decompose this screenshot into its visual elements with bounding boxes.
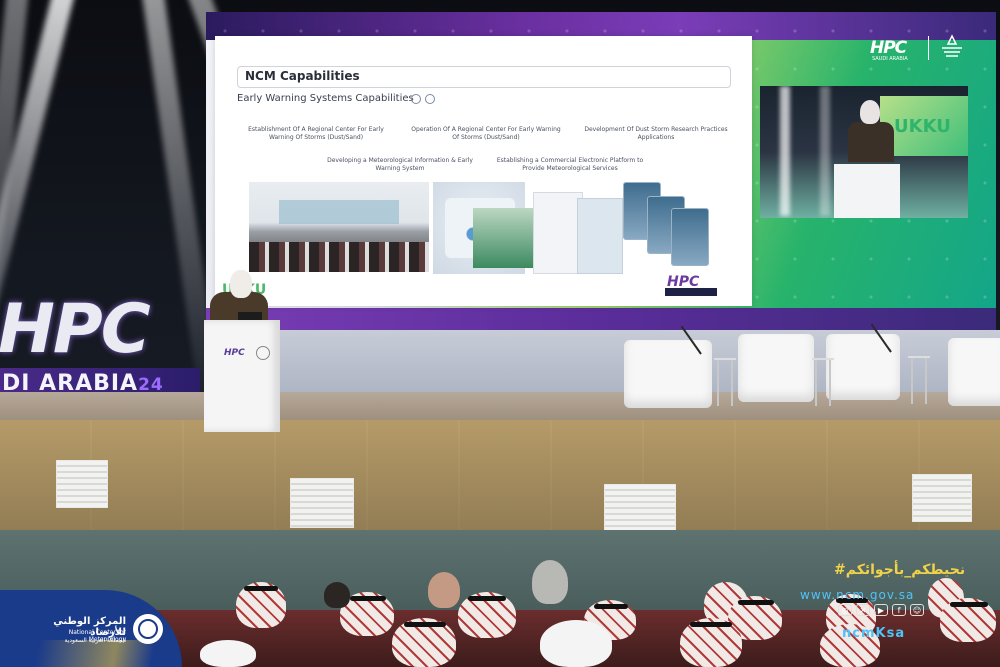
hpc-brand-subtitle: SAUDI ARABIA [872, 56, 908, 62]
slide-partner-logos [411, 94, 435, 104]
agal-band [244, 586, 278, 591]
armchair [826, 334, 900, 400]
podium-seal-icon [256, 346, 270, 360]
armchair [948, 338, 1000, 406]
feed-spotlight [780, 86, 790, 216]
app-screenshot [577, 198, 623, 274]
slide-hpc-banner [665, 288, 717, 296]
ncm-badge-sweep [0, 640, 190, 667]
agal-band [690, 622, 732, 627]
capability-item: Development Of Dust Storm Research Pract… [584, 126, 728, 141]
agal-band [738, 600, 774, 605]
instagram-icon: ◎ [838, 604, 852, 616]
hpc-brand-logo: HPC [870, 38, 907, 58]
ncm-country-arabic: المملكة العربية السعودية [64, 637, 126, 644]
stage-front-shade [0, 420, 1000, 540]
wmo-logo-icon [411, 94, 421, 104]
x-icon: ✕ [856, 604, 870, 616]
app-screenshot [533, 192, 583, 274]
speaker-head [230, 270, 252, 298]
brand-divider [928, 36, 929, 60]
podium-hpc-logo: HPC [224, 348, 245, 358]
audience-member [532, 560, 568, 604]
side-table [908, 356, 930, 404]
control-room-staff [249, 242, 429, 272]
capability-item: Establishing a Commercial Electronic Pla… [496, 157, 644, 172]
conference-scene: PC HPC SAUDI ARABIA NCM Capabilities Ear… [0, 0, 1000, 667]
agal-band [350, 596, 386, 601]
social-icons-row: ◎ ✕ ▶ f ☺ [838, 604, 924, 616]
agal-band [468, 596, 506, 601]
feed-podium [834, 164, 900, 218]
side-table [812, 358, 834, 406]
agal-band [950, 602, 988, 607]
stage-vent [56, 460, 108, 508]
feed-uk-mark: UKKU [894, 116, 951, 137]
agal-band [594, 604, 628, 609]
un-logo-icon [425, 94, 435, 104]
snapchat-icon: ☺ [910, 604, 924, 616]
youtube-icon: ▶ [874, 604, 888, 616]
facebook-icon: f [892, 604, 906, 616]
control-room-screens [279, 200, 399, 224]
campaign-hashtag: #نحيطكم_بأجوائكم [834, 562, 966, 578]
control-room-photo [249, 182, 429, 272]
slide-title: NCM Capabilities [245, 69, 360, 83]
feed-speaker-body [848, 122, 894, 162]
audience-member [324, 582, 350, 608]
speaker-video-feed: UKKU [760, 86, 968, 218]
ncm-website: www.ncm.gov.sa [800, 588, 915, 602]
social-handle: ncmKsa [842, 626, 906, 641]
partner-seal-icon [934, 34, 970, 60]
capability-item: Establishment Of A Regional Center For E… [248, 126, 384, 141]
stage-vent [290, 478, 354, 528]
feed-speaker-head [860, 100, 880, 124]
audience-member [428, 572, 460, 608]
audience-member [540, 620, 612, 667]
podium [204, 320, 280, 432]
capability-item: Operation Of A Regional Center For Early… [411, 126, 561, 141]
slide-subtitle: Early Warning Systems Capabilities [237, 93, 414, 104]
feed-spotlight [820, 86, 830, 216]
stage-vent [912, 474, 972, 522]
ncm-seal-ring [138, 619, 158, 639]
agal-band [404, 622, 446, 627]
presentation-slide: NCM Capabilities Early Warning Systems C… [215, 36, 752, 306]
stage-vent [604, 484, 676, 534]
led-bottom-band [206, 308, 996, 330]
side-table [714, 358, 736, 406]
armchair [738, 334, 814, 402]
audience-member [200, 640, 256, 667]
phone-screenshot [671, 208, 709, 266]
capability-item: Developing a Meteorological Information … [327, 157, 473, 172]
hpc-sign-letters: HPC [0, 290, 151, 369]
